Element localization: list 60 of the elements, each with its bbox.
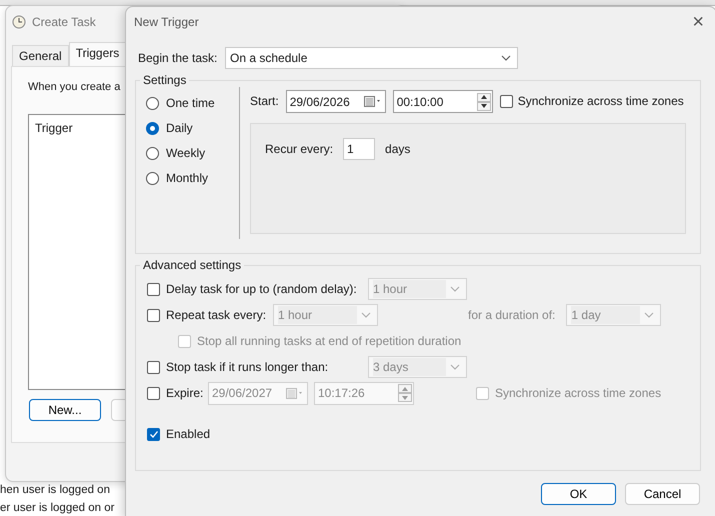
radio-label: Weekly — [166, 145, 206, 162]
dialog-title: New Trigger — [134, 14, 199, 31]
start-time-field[interactable]: 00:10:00 — [392, 90, 493, 113]
description-text: When you create a — [28, 80, 120, 95]
background-text: hen user is logged on — [0, 483, 111, 497]
spin-down-button[interactable] — [476, 102, 491, 110]
down-arrow-icon — [480, 104, 487, 108]
window-title: Create Task — [32, 14, 96, 31]
checkbox-label: Enabled — [166, 426, 210, 442]
checkbox[interactable] — [147, 308, 160, 322]
up-arrow-icon — [480, 95, 487, 99]
checkbox-label: Synchronize across time zones — [495, 386, 662, 400]
radio-label: One time — [166, 95, 215, 112]
checkbox[interactable] — [147, 360, 160, 374]
checkbox-label: Delay task for up to (random delay): — [166, 282, 358, 296]
clock-icon — [12, 15, 26, 29]
spin-up-button[interactable] — [476, 92, 491, 102]
checkbox[interactable] — [147, 428, 160, 440]
chevron-down-icon — [450, 286, 460, 292]
tab[interactable]: Triggers — [68, 42, 126, 66]
radio-label: Daily — [166, 120, 193, 137]
checkbox-label: Synchronize across time zones — [518, 94, 684, 109]
group-label: Advanced settings — [142, 258, 242, 272]
dialog-button[interactable]: OK — [541, 483, 616, 505]
start-date-field[interactable]: 29/06/2026 — [286, 90, 386, 113]
checkbox-label: Stop task if it runs longer than: — [166, 360, 330, 374]
radio-button[interactable] — [146, 122, 159, 135]
close-button[interactable]: × — [688, 12, 708, 32]
new-button[interactable]: New... — [29, 399, 101, 421]
checkbox[interactable] — [147, 282, 160, 296]
column-header: Trigger — [35, 121, 73, 136]
down-arrow-icon — [402, 396, 408, 400]
begin-dropdown[interactable]: On a schedule — [225, 47, 518, 69]
chevron-down-icon — [450, 364, 460, 370]
chevron-down-icon — [644, 312, 654, 318]
radio-button[interactable] — [146, 147, 159, 160]
background-text: er user is logged on or — [0, 501, 114, 515]
radio-button[interactable] — [146, 97, 159, 110]
checkbox-label: Repeat task every: — [166, 308, 267, 322]
calendar-icon — [286, 388, 303, 398]
calendar-icon — [364, 96, 381, 107]
dialog-button[interactable]: Cancel — [625, 483, 700, 505]
start-label: Start: — [250, 94, 279, 109]
checkbox-label: Stop all running tasks at end of repetition duration — [197, 334, 462, 348]
tab[interactable]: General — [12, 45, 69, 66]
checkbox[interactable] — [147, 386, 160, 400]
radio-label: Monthly — [166, 170, 208, 187]
begin-label: Begin the task: — [138, 50, 218, 66]
checkbox[interactable] — [500, 95, 513, 108]
up-arrow-icon — [402, 386, 408, 390]
duration-label: for a duration of: — [468, 308, 556, 322]
chevron-down-icon — [361, 312, 371, 318]
group-label: Settings — [142, 73, 188, 87]
checkmark-icon — [148, 430, 158, 438]
radio-button[interactable] — [146, 172, 159, 185]
recur-label: Recur every: — [265, 142, 334, 156]
unit-label: days — [385, 142, 410, 156]
checkbox-label: Expire: — [166, 386, 202, 400]
chevron-down-icon — [501, 55, 511, 61]
recur-field[interactable]: 1 — [343, 138, 376, 160]
